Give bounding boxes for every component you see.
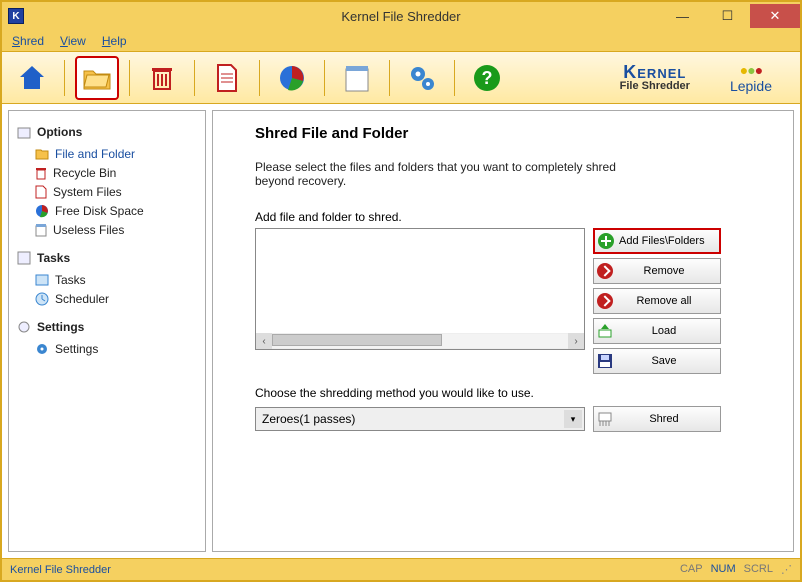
status-num: NUM (711, 563, 736, 576)
remove-button[interactable]: Remove (593, 258, 721, 284)
separator (324, 60, 325, 96)
remove-icon (594, 262, 616, 280)
maximize-button[interactable]: ☐ (705, 4, 750, 28)
settings-button[interactable] (400, 56, 444, 100)
sidebar-item-free-disk-space[interactable]: Free Disk Space (17, 202, 197, 220)
pie-chart-icon (277, 63, 307, 93)
help-button[interactable]: ? (465, 56, 509, 100)
notepad-icon (35, 223, 47, 237)
shred-icon (594, 410, 616, 428)
remove-all-button[interactable]: Remove all (593, 288, 721, 314)
system-files-button[interactable] (205, 56, 249, 100)
separator (194, 60, 195, 96)
content-heading: Shred File and Folder (255, 125, 775, 142)
svg-text:?: ? (482, 68, 493, 88)
minimize-button[interactable]: — (660, 4, 705, 28)
add-files-folders-button[interactable]: Add Files\Folders (593, 228, 721, 254)
separator (389, 60, 390, 96)
titlebar: K Kernel File Shredder — ☐ ✕ (2, 2, 800, 30)
document-icon (214, 63, 240, 93)
sidebar-item-scheduler[interactable]: Scheduler (17, 290, 197, 308)
content-description: Please select the files and folders that… (255, 160, 635, 188)
sidebar: Options File and Folder Recycle Bin Syst… (8, 110, 206, 552)
trash-icon (149, 63, 175, 93)
close-button[interactable]: ✕ (750, 4, 800, 28)
brand-lepide: ●●● Lepide (730, 62, 772, 94)
menu-help[interactable]: Help (102, 34, 127, 48)
shred-button[interactable]: Shred (593, 406, 721, 432)
sidebar-head-settings: Settings (17, 320, 197, 334)
horizontal-scrollbar[interactable]: ‹ › (256, 333, 584, 349)
menu-shred[interactable]: Shred (12, 34, 44, 48)
plus-icon (595, 232, 617, 250)
home-icon (17, 63, 47, 93)
separator (129, 60, 130, 96)
toolbar: ? Kernel File Shredder ●●● Lepide (2, 52, 800, 104)
brand-kernel: Kernel File Shredder (620, 63, 690, 92)
useless-files-button[interactable] (335, 56, 379, 100)
content-panel: Shred File and Folder Please select the … (212, 110, 794, 552)
sidebar-item-tasks[interactable]: Tasks (17, 271, 197, 289)
tasks-group-icon (17, 251, 31, 265)
scroll-left-icon[interactable]: ‹ (256, 333, 272, 349)
sidebar-item-recycle-bin[interactable]: Recycle Bin (17, 164, 197, 182)
sidebar-head-tasks: Tasks (17, 251, 197, 265)
scroll-right-icon[interactable]: › (568, 333, 584, 349)
pie-chart-icon (35, 204, 49, 218)
settings-group-icon (17, 320, 31, 334)
sidebar-item-file-and-folder[interactable]: File and Folder (17, 145, 197, 163)
remove-icon (594, 292, 616, 310)
home-button[interactable] (10, 56, 54, 100)
separator (454, 60, 455, 96)
trash-icon (35, 166, 47, 180)
recycle-bin-button[interactable] (140, 56, 184, 100)
notepad-icon (343, 63, 371, 93)
sidebar-item-settings[interactable]: Settings (17, 340, 197, 358)
save-icon (594, 352, 616, 370)
load-icon (594, 322, 616, 340)
gear-icon (35, 342, 49, 356)
shredding-method-select[interactable]: Zeroes(1 passes) ▾ (255, 407, 585, 431)
free-disk-space-button[interactable] (270, 56, 314, 100)
save-button[interactable]: Save (593, 348, 721, 374)
status-scrl: SCRL (744, 563, 773, 576)
document-icon (35, 185, 47, 199)
help-icon: ? (472, 63, 502, 93)
folder-icon (35, 148, 49, 160)
menubar: Shred View Help (2, 30, 800, 52)
scheduler-icon (35, 292, 49, 306)
app-icon: K (8, 8, 24, 24)
tasks-icon (35, 274, 49, 286)
load-button[interactable]: Load (593, 318, 721, 344)
sidebar-item-system-files[interactable]: System Files (17, 183, 197, 201)
add-label: Add file and folder to shred. (255, 210, 775, 224)
choose-label: Choose the shredding method you would li… (255, 386, 775, 400)
file-folder-button[interactable] (75, 56, 119, 100)
separator (64, 60, 65, 96)
status-text: Kernel File Shredder (10, 564, 111, 576)
separator (259, 60, 260, 96)
status-cap: CAP (680, 563, 703, 576)
menu-view[interactable]: View (60, 34, 86, 48)
sidebar-head-options: Options (17, 125, 197, 139)
statusbar: Kernel File Shredder CAP NUM SCRL ⋰ (2, 558, 800, 580)
gears-icon (407, 63, 437, 93)
window-title: Kernel File Shredder (341, 9, 460, 24)
chevron-down-icon[interactable]: ▾ (564, 410, 582, 428)
folder-icon (82, 65, 112, 91)
options-icon (17, 125, 31, 139)
file-list[interactable]: ‹ › (255, 228, 585, 350)
sidebar-item-useless-files[interactable]: Useless Files (17, 221, 197, 239)
resize-grip-icon[interactable]: ⋰ (781, 563, 792, 576)
lepide-logo-icon: ●●● (730, 62, 772, 78)
